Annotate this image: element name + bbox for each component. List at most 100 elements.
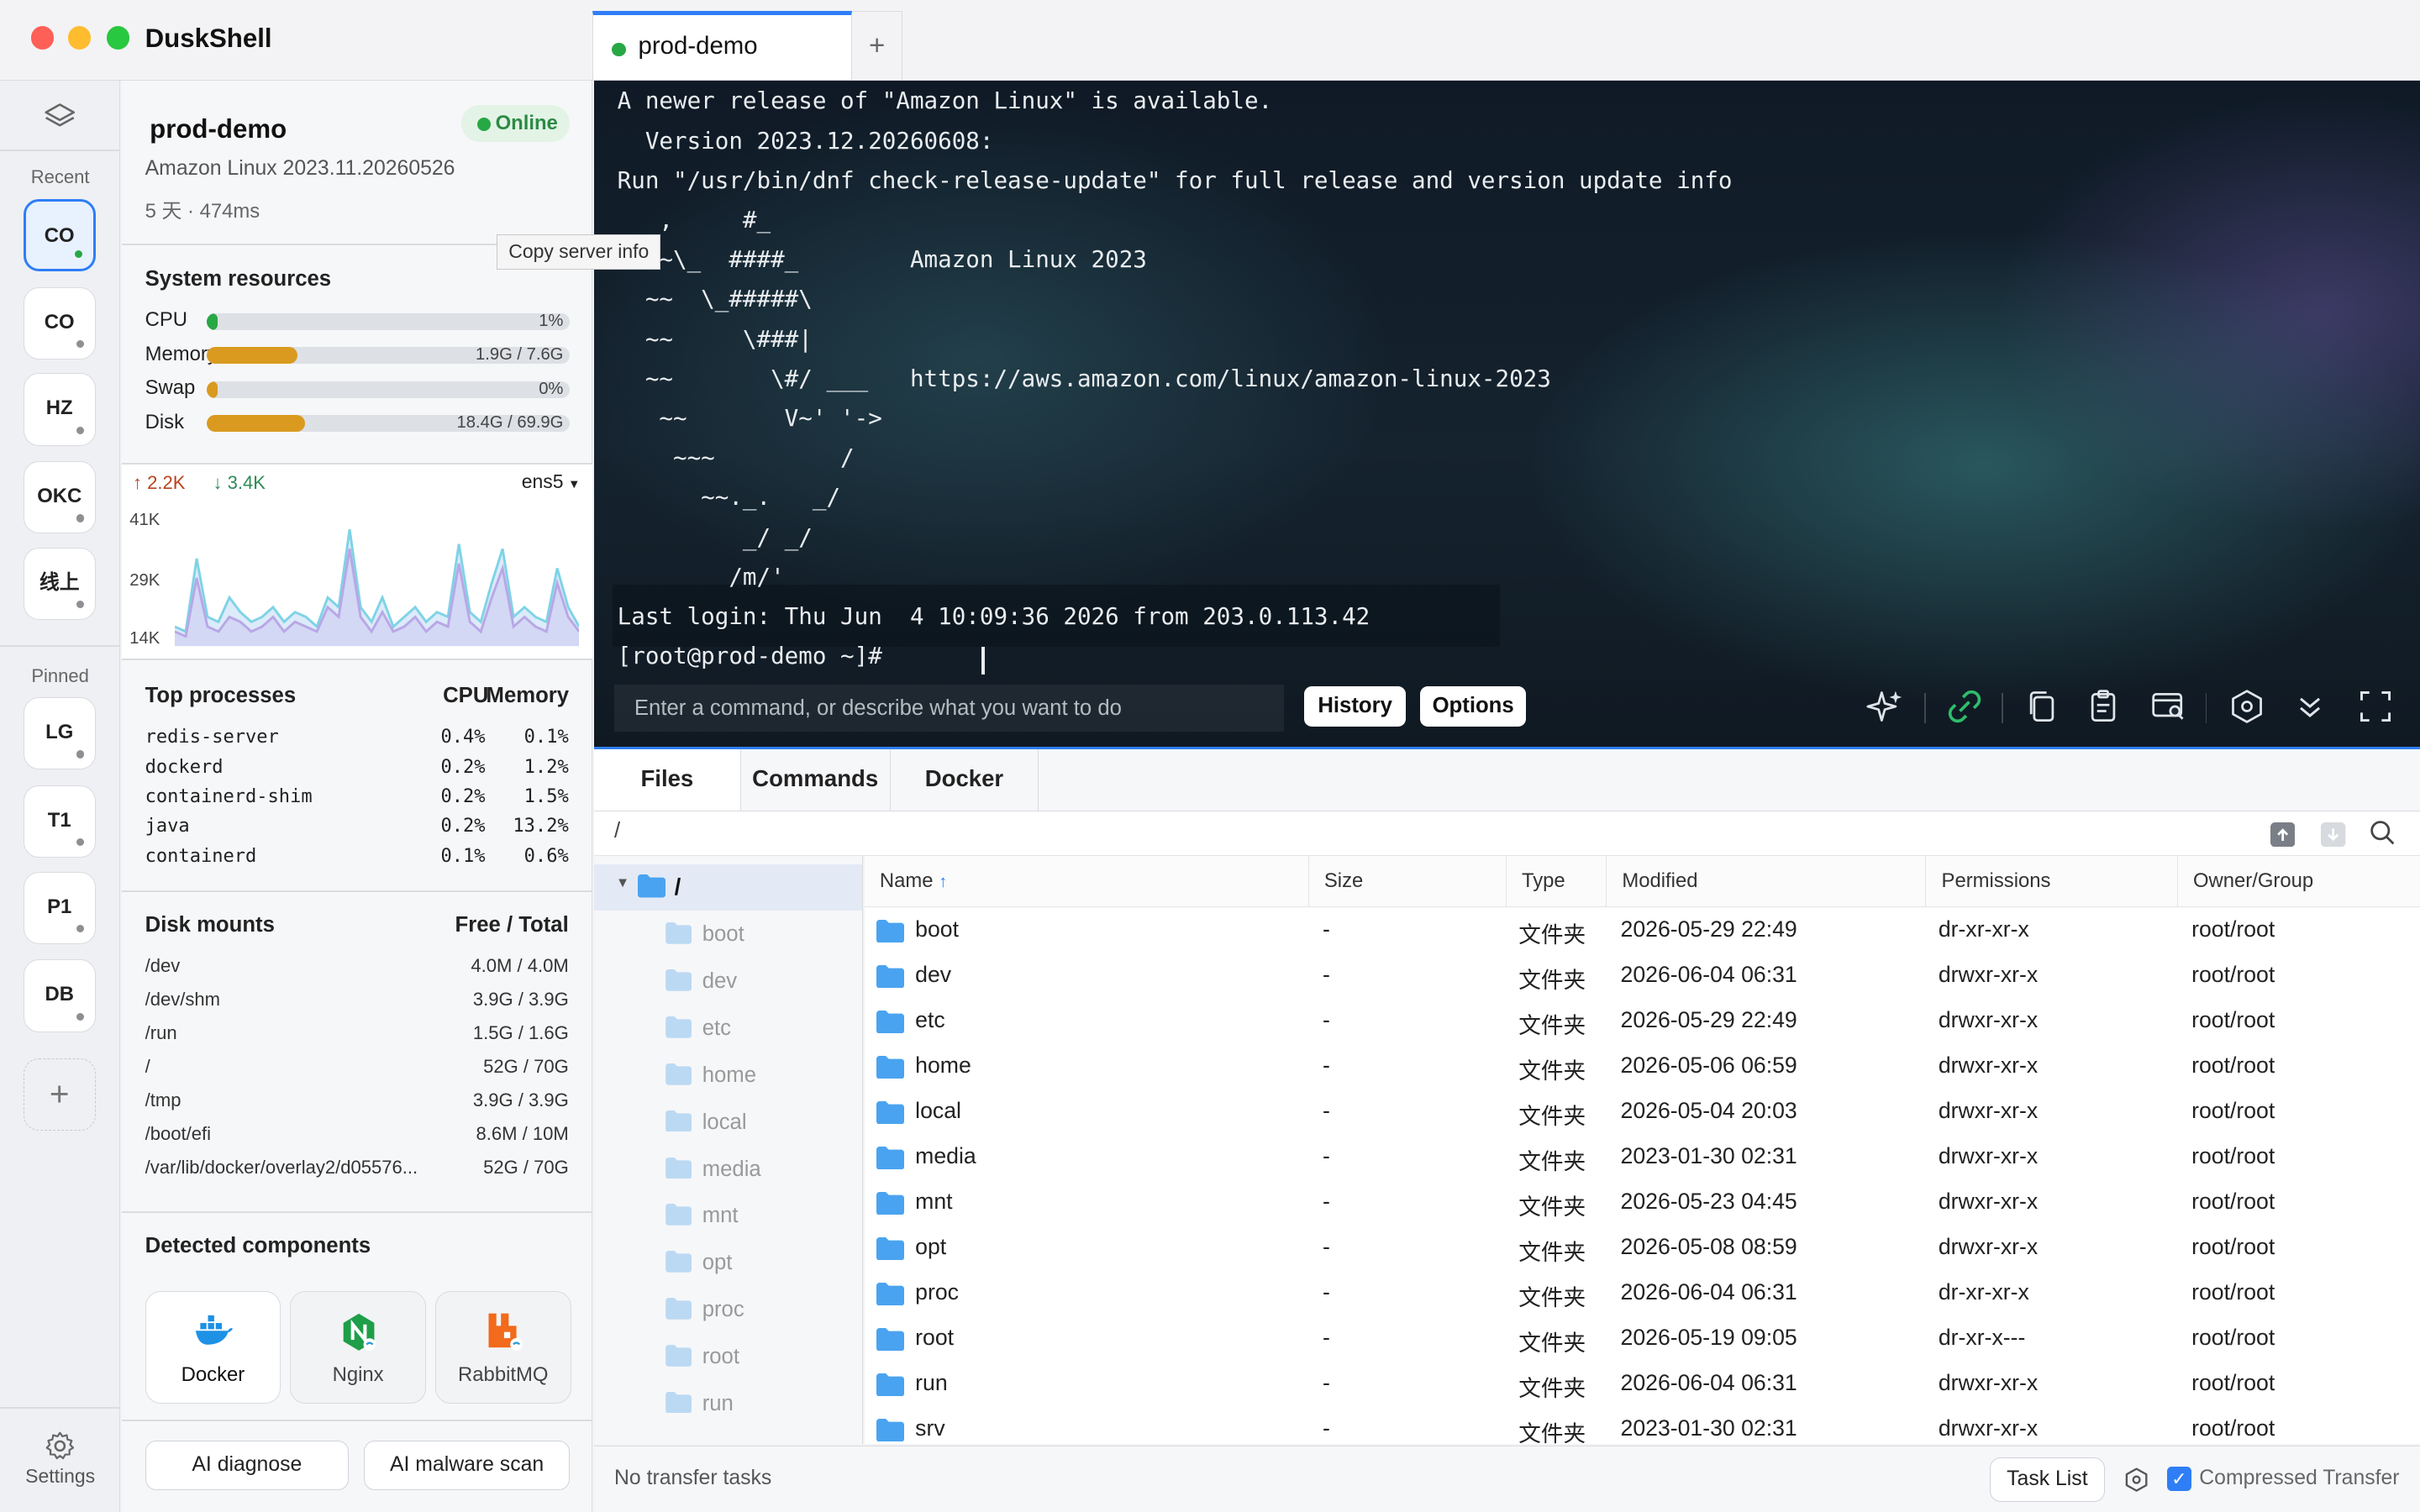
folder-icon [665, 922, 692, 945]
transfer-settings-icon[interactable] [2123, 1467, 2149, 1493]
compressed-transfer-checkbox[interactable]: ✓ [2166, 1466, 2192, 1492]
task-list-button[interactable]: Task List [1989, 1457, 2106, 1503]
folder-icon [665, 1204, 692, 1226]
tree-item-label: proc [702, 1298, 744, 1322]
file-owner: root/root [2191, 961, 2275, 987]
table-row[interactable]: local - 文件夹 2026-05-04 20:03 drwxr-xr-x root/… [865, 1090, 2420, 1136]
interface-select[interactable]: ens5 ▼ [522, 470, 581, 493]
upload-icon[interactable] [2270, 822, 2296, 848]
status-dot [76, 339, 85, 349]
tree-item-root[interactable]: root [662, 1336, 862, 1382]
current-path[interactable]: / [614, 819, 620, 843]
column-header-owner[interactable]: Owner/Group [2178, 856, 2420, 907]
tab-files[interactable]: Files [594, 748, 741, 811]
server-button-lg[interactable]: LG [23, 697, 96, 770]
file-modified: 2023-01-30 02:31 [1620, 1142, 1797, 1168]
table-row[interactable]: mnt - 文件夹 2026-05-23 04:45 drwxr-xr-x root/ro… [865, 1181, 2420, 1226]
table-row[interactable]: srv - 文件夹 2023-01-30 02:31 drwxr-xr-x root/ro… [865, 1408, 2420, 1444]
tree-item-dev[interactable]: dev [662, 960, 862, 1006]
tree-item-run[interactable]: run [662, 1383, 862, 1429]
file-name: media [915, 1142, 976, 1168]
ai-malware-scan-button[interactable]: AI malware scan [364, 1441, 570, 1491]
component-rabbitmq[interactable]: RabbitMQ [434, 1291, 571, 1404]
column-header-modified[interactable]: Modified [1607, 856, 1927, 907]
tab-commands[interactable]: Commands [741, 748, 891, 811]
collapse-down-icon[interactable] [2291, 688, 2328, 725]
clipboard-icon[interactable] [2085, 688, 2122, 725]
sync-link-icon[interactable] [1946, 688, 1983, 725]
search-icon[interactable] [2369, 819, 2396, 847]
file-name: mnt [915, 1188, 953, 1214]
panel-tabs: Files Commands Docker [594, 746, 2420, 812]
server-button-co[interactable]: CO [23, 286, 96, 360]
tree-item-proc[interactable]: proc [662, 1289, 862, 1335]
rail-divider [0, 1407, 121, 1409]
options-button[interactable]: Options [1419, 686, 1527, 727]
column-header-size[interactable]: Size [1309, 856, 1507, 907]
table-row[interactable]: dev - 文件夹 2026-06-04 06:31 drwxr-xr-x root/ro… [865, 954, 2420, 1000]
zoom-window-button[interactable] [106, 26, 130, 50]
file-modified: 2026-05-23 04:45 [1620, 1188, 1797, 1214]
component-label: Nginx [332, 1362, 384, 1386]
table-row[interactable]: proc - 文件夹 2026-06-04 06:31 dr-xr-xr-x root/r… [865, 1272, 2420, 1317]
resource-value: 18.4G / 69.9G [456, 415, 564, 433]
table-row[interactable]: boot - 文件夹 2026-05-29 22:49 dr-xr-xr-x root/r… [865, 909, 2420, 954]
component-docker[interactable]: Docker [145, 1291, 281, 1404]
column-header-name[interactable]: Name ↑ [865, 856, 1309, 907]
tree-item-mnt[interactable]: mnt [662, 1194, 862, 1241]
layers-icon[interactable] [43, 100, 76, 134]
file-permissions: drwxr-xr-x [1938, 961, 2039, 987]
tab-label: prod-demo [638, 32, 758, 60]
mount-path: /var/lib/docker/overlay2/d05576... [145, 1157, 418, 1179]
command-input[interactable] [614, 685, 1285, 732]
search-screen-icon[interactable] [2150, 688, 2187, 725]
terminal[interactable]: A newer release of "Amazon Linux" is ava… [594, 80, 2420, 747]
component-nginx[interactable]: Nginx [290, 1291, 426, 1404]
app-window: DuskShell prod-demo + Recent CO CO HZ OK… [0, 0, 2420, 1512]
ai-sparkle-icon[interactable] [1866, 688, 1903, 725]
folder-icon [876, 1010, 905, 1034]
close-window-button[interactable] [30, 26, 55, 50]
settings-hex-icon[interactable] [2228, 688, 2265, 725]
tree-item-etc[interactable]: etc [662, 1007, 862, 1053]
add-server-button[interactable]: + [23, 1058, 96, 1131]
tree-item-home[interactable]: home [662, 1054, 862, 1100]
resource-value: 1.9G / 7.6G [476, 347, 564, 365]
table-row[interactable]: etc - 文件夹 2026-05-29 22:49 drwxr-xr-x root/ro… [865, 1000, 2420, 1045]
table-row[interactable]: home - 文件夹 2026-05-06 06:59 drwxr-xr-x root/r… [865, 1045, 2420, 1090]
file-owner: root/root [2191, 1324, 2275, 1350]
status-dot [76, 925, 85, 933]
server-button-online[interactable]: 线上 [23, 548, 96, 621]
tree-item-local[interactable]: local [662, 1101, 862, 1147]
minimize-window-button[interactable] [67, 26, 92, 50]
table-row[interactable]: media - 文件夹 2023-01-30 02:31 drwxr-xr-x root/… [865, 1136, 2420, 1181]
ai-diagnose-button[interactable]: AI diagnose [145, 1441, 350, 1491]
tree-root-item[interactable]: ▼ / [594, 864, 862, 911]
free-total-header: Free / Total [455, 913, 569, 937]
server-button-p1[interactable]: P1 [23, 871, 96, 945]
server-button-co-active[interactable]: CO [23, 198, 96, 272]
column-header-type[interactable]: Type [1507, 856, 1607, 907]
tab-prod-demo[interactable]: prod-demo [592, 10, 852, 81]
table-row[interactable]: root - 文件夹 2026-05-19 09:05 dr-xr-x--- root/r… [865, 1317, 2420, 1362]
file-owner: root/root [2191, 1415, 2275, 1441]
table-row[interactable]: run - 文件夹 2026-06-04 06:31 drwxr-xr-x root/ro… [865, 1362, 2420, 1408]
settings-button[interactable]: Settings [0, 1431, 120, 1488]
copy-icon[interactable] [2023, 688, 2060, 725]
tree-item-boot[interactable]: boot [662, 913, 862, 959]
server-button-hz[interactable]: HZ [23, 373, 96, 446]
file-owner: root/root [2191, 1369, 2275, 1395]
server-button-db[interactable]: DB [23, 959, 96, 1032]
server-button-okc[interactable]: OKC [23, 461, 96, 534]
column-header-permissions[interactable]: Permissions [1926, 856, 2178, 907]
file-size: - [1323, 1415, 1330, 1441]
new-tab-button[interactable]: + [851, 10, 903, 81]
download-icon[interactable] [2321, 822, 2346, 848]
tree-item-opt[interactable]: opt [662, 1242, 862, 1288]
table-row[interactable]: opt - 文件夹 2026-05-08 08:59 drwxr-xr-x root/ro… [865, 1226, 2420, 1272]
history-button[interactable]: History [1304, 686, 1407, 727]
tab-docker[interactable]: Docker [891, 748, 1039, 811]
server-button-t1[interactable]: T1 [23, 785, 96, 858]
tree-item-media[interactable]: media [662, 1147, 862, 1194]
fullscreen-icon[interactable] [2357, 688, 2394, 725]
